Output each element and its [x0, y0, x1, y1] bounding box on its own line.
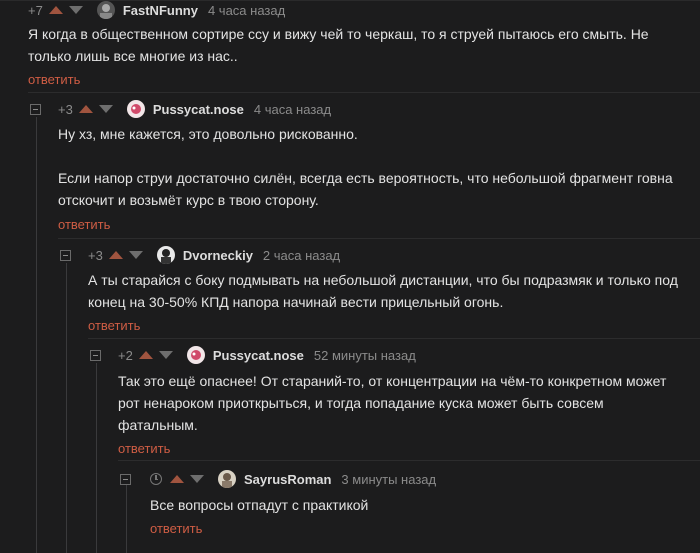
downvote-icon[interactable] — [128, 251, 143, 259]
upvote-icon[interactable] — [78, 105, 93, 113]
downvote-icon[interactable] — [190, 475, 204, 483]
separator — [58, 238, 700, 239]
separator — [28, 92, 700, 93]
reply-link[interactable]: ответить — [58, 217, 110, 232]
avatar[interactable] — [126, 100, 145, 118]
collapse-icon[interactable] — [120, 474, 131, 485]
timestamp[interactable]: 4 часа назад — [254, 102, 331, 117]
comment-text: Я когда в общественном сортире ссу и виж… — [28, 26, 649, 64]
reply-link[interactable]: ответить — [28, 72, 80, 87]
downvote-icon[interactable] — [98, 105, 113, 113]
separator — [88, 338, 700, 339]
rating: +2 — [118, 347, 133, 363]
avatar[interactable] — [96, 1, 115, 19]
thread-line — [66, 263, 67, 553]
comment-header: +3 Pussycat.nose 4 часа назад — [58, 99, 331, 119]
collapse-icon[interactable] — [30, 104, 41, 115]
thread-line — [36, 117, 37, 553]
author-name[interactable]: SayrusRoman — [244, 472, 331, 487]
avatar[interactable] — [156, 246, 175, 264]
downvote-icon[interactable] — [68, 6, 83, 14]
author-name[interactable]: Pussycat.nose — [213, 348, 304, 363]
upvote-icon[interactable] — [170, 475, 184, 483]
timestamp[interactable]: 4 часа назад — [208, 3, 285, 18]
comment-text: А ты старайся с боку подмывать на неболь… — [88, 272, 678, 310]
author-name[interactable]: Dvorneckiy — [183, 248, 253, 263]
author-name[interactable]: Pussycat.nose — [153, 102, 244, 117]
thread-line — [126, 485, 127, 553]
upvote-icon[interactable] — [138, 351, 153, 359]
comment-text: Так это ещё опаснее! От стараний-то, от … — [118, 373, 667, 433]
avatar[interactable] — [186, 346, 205, 364]
collapse-icon[interactable] — [90, 350, 101, 361]
rating: +7 — [28, 2, 43, 18]
rating: +3 — [58, 101, 73, 117]
thread-line — [96, 363, 97, 553]
timestamp[interactable]: 3 минуты назад — [341, 472, 436, 487]
collapse-icon[interactable] — [60, 250, 71, 261]
timestamp[interactable]: 52 минуты назад — [314, 348, 416, 363]
avatar[interactable] — [218, 470, 236, 488]
timestamp[interactable]: 2 часа назад — [263, 248, 340, 263]
clock-icon — [150, 473, 162, 485]
separator — [118, 460, 700, 461]
comment-header: SayrusRoman 3 минуты назад — [150, 469, 436, 489]
comment-header: +7 FastNFunny 4 часа назад — [28, 0, 285, 20]
comment-header: +3 Dvorneckiy 2 часа назад — [88, 245, 340, 265]
comment-text: Ну хз, мне кажется, это довольно рискова… — [58, 126, 673, 208]
reply-link[interactable]: ответить — [150, 521, 202, 536]
upvote-icon[interactable] — [48, 6, 63, 14]
comment-text: Все вопросы отпадут с практикой — [150, 497, 369, 513]
upvote-icon[interactable] — [108, 251, 123, 259]
rating: +3 — [88, 247, 103, 263]
downvote-icon[interactable] — [158, 351, 173, 359]
reply-link[interactable]: ответить — [88, 318, 140, 333]
author-name[interactable]: FastNFunny — [123, 3, 198, 18]
reply-link[interactable]: ответить — [118, 441, 170, 456]
comment-header: +2 Pussycat.nose 52 минуты назад — [118, 345, 416, 365]
